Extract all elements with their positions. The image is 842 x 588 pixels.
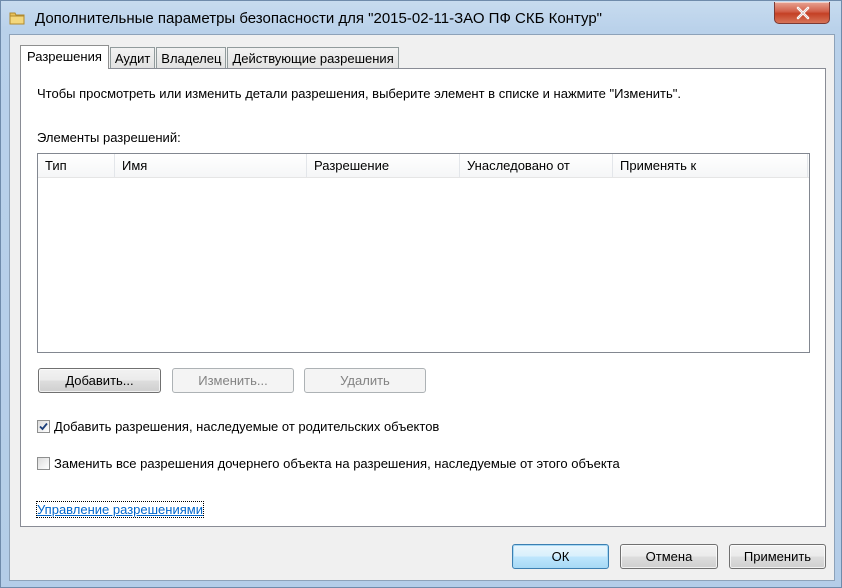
inherit-permissions-checkbox[interactable]: [37, 419, 50, 433]
permission-entries-list[interactable]: Тип Имя Разрешение Унаследовано от Приме…: [37, 153, 810, 353]
remove-button[interactable]: Удалить: [304, 368, 426, 393]
dialog-client-area: Разрешения Аудит Владелец Действующие ра…: [9, 34, 835, 581]
title-bar[interactable]: Дополнительные параметры безопасности дл…: [1, 1, 841, 35]
list-header: Тип Имя Разрешение Унаследовано от Приме…: [38, 154, 809, 178]
column-type[interactable]: Тип: [38, 154, 115, 177]
inherit-permissions-label: Добавить разрешения, наследуемые от роди…: [54, 418, 440, 434]
folder-icon: [9, 10, 25, 26]
permission-entries-label: Элементы разрешений:: [37, 130, 181, 145]
tab-permissions[interactable]: Разрешения: [20, 45, 109, 69]
edit-button[interactable]: Изменить...: [172, 368, 294, 393]
inherit-permissions-option[interactable]: Добавить разрешения, наследуемые от роди…: [37, 417, 439, 435]
close-icon: [796, 6, 810, 20]
tab-audit[interactable]: Аудит: [109, 47, 156, 69]
column-name[interactable]: Имя: [115, 154, 307, 177]
apply-button[interactable]: Применить: [729, 544, 826, 569]
add-button[interactable]: Добавить...: [38, 368, 161, 393]
ok-button[interactable]: ОК: [512, 544, 609, 569]
column-apply-to[interactable]: Применять к: [613, 154, 808, 177]
column-inherited-from[interactable]: Унаследовано от: [460, 154, 613, 177]
checkmark-icon: [39, 422, 48, 430]
close-button[interactable]: [774, 2, 830, 24]
tab-owner[interactable]: Владелец: [156, 47, 227, 69]
column-permission[interactable]: Разрешение: [307, 154, 460, 177]
manage-permissions-link[interactable]: Управление разрешениями: [36, 501, 204, 518]
permissions-tab-panel: Чтобы просмотреть или изменить детали ра…: [20, 68, 826, 527]
tab-strip: Разрешения Аудит Владелец Действующие ра…: [20, 45, 400, 69]
window-title: Дополнительные параметры безопасности дл…: [35, 10, 603, 27]
cancel-button[interactable]: Отмена: [620, 544, 718, 569]
replace-permissions-option[interactable]: Заменить все разрешения дочернего объект…: [37, 454, 620, 472]
tab-effective-permissions[interactable]: Действующие разрешения: [227, 47, 399, 69]
replace-permissions-checkbox[interactable]: [37, 456, 50, 470]
security-dialog: Дополнительные параметры безопасности дл…: [0, 0, 842, 588]
instructions-text: Чтобы просмотреть или изменить детали ра…: [37, 86, 681, 101]
replace-permissions-label: Заменить все разрешения дочернего объект…: [54, 455, 620, 471]
